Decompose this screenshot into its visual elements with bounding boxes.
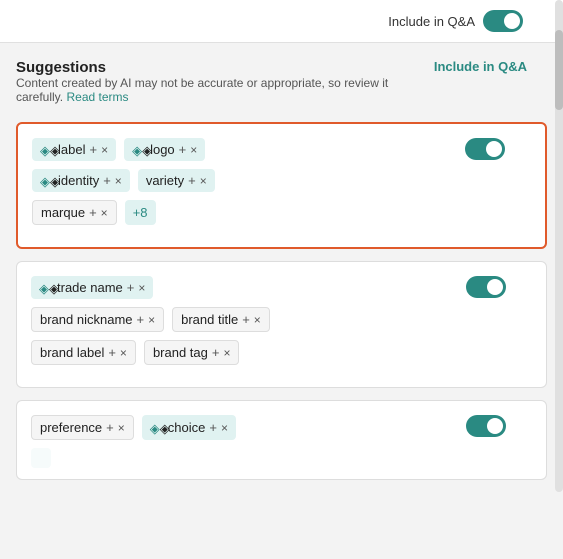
sparkle-icon: ◈ [150, 421, 164, 435]
tag-preference[interactable]: preference + × [31, 415, 134, 440]
suggestion-card-3: preference + × ◈ choice + × [16, 400, 547, 480]
tag-trade-name-close[interactable]: × [138, 281, 145, 295]
tag-choice[interactable]: ◈ choice + × [142, 415, 236, 440]
tag-preference-close[interactable]: × [118, 421, 125, 435]
tag-brand-label-close[interactable]: × [120, 346, 127, 360]
tag-logo-plus[interactable]: + [179, 142, 187, 157]
main-content: Suggestions Content created by AI may no… [0, 43, 563, 480]
card1-row2: ◈ identity + × variety + × [32, 169, 531, 192]
sparkle-icon: ◈ [40, 143, 54, 157]
suggestions-subtitle: Content created by AI may not be accurat… [16, 76, 434, 104]
toggle-track [483, 10, 523, 32]
tag-logo[interactable]: ◈ logo + × [124, 138, 205, 161]
sparkle-icon: ◈ [40, 174, 54, 188]
tag-choice-plus[interactable]: + [209, 420, 217, 435]
tag-brand-tag[interactable]: brand tag + × [144, 340, 240, 365]
tag-variety-plus[interactable]: + [188, 173, 196, 188]
sparkle-icon: ◈ [39, 281, 53, 295]
tag-variety[interactable]: variety + × [138, 169, 215, 192]
tag-preference-plus[interactable]: + [106, 420, 114, 435]
tag-choice-close[interactable]: × [221, 421, 228, 435]
topbar-toggle-label: Include in Q&A [388, 14, 475, 29]
card1-row1: ◈ label + × ◈ logo + × [32, 138, 531, 161]
more-badge[interactable]: +8 [125, 200, 156, 225]
card1-row3: marque + × +8 [32, 200, 531, 225]
read-terms-link[interactable]: Read terms [66, 90, 128, 104]
tag-brand-nickname[interactable]: brand nickname + × [31, 307, 164, 332]
toggle-thumb [504, 13, 520, 29]
tag-identity-close[interactable]: × [115, 174, 122, 188]
card1-toggle[interactable] [465, 138, 505, 165]
suggestion-card-1: ◈ label + × ◈ logo + × ◈ identity [16, 122, 547, 249]
tag-marque[interactable]: marque + × [32, 200, 117, 225]
card3-row1: preference + × ◈ choice + × [31, 415, 532, 440]
suggestions-header: Suggestions Content created by AI may no… [16, 59, 547, 118]
card2-toggle[interactable] [466, 276, 506, 303]
tag-variety-close[interactable]: × [200, 174, 207, 188]
card2-row3: brand label + × brand tag + × [31, 340, 532, 365]
tag-brand-label-plus[interactable]: + [108, 345, 116, 360]
card3-toggle[interactable] [466, 415, 506, 442]
top-bar: Include in Q&A [0, 0, 563, 43]
tag-trade-name-plus[interactable]: + [127, 280, 135, 295]
tag-brand-tag-plus[interactable]: + [212, 345, 220, 360]
suggestions-title: Suggestions [16, 59, 434, 76]
suggestion-card-2: ◈ trade name + × brand nickname + × bran… [16, 261, 547, 388]
tag-identity-plus[interactable]: + [103, 173, 111, 188]
topbar-toggle[interactable] [483, 10, 523, 32]
tag-brand-label[interactable]: brand label + × [31, 340, 136, 365]
card2-row1: ◈ trade name + × [31, 276, 532, 299]
tag-label[interactable]: ◈ label + × [32, 138, 116, 161]
scrollbar-thumb[interactable] [555, 30, 563, 110]
tag-brand-title-plus[interactable]: + [242, 312, 250, 327]
tag-trade-name[interactable]: ◈ trade name + × [31, 276, 153, 299]
tag-marque-plus[interactable]: + [89, 205, 97, 220]
tag-label-close[interactable]: × [101, 143, 108, 157]
tag-label-plus[interactable]: + [89, 142, 97, 157]
tag-partial [31, 448, 51, 468]
include-column-label: Include in Q&A [434, 59, 547, 74]
scrollbar[interactable] [555, 0, 563, 492]
tag-brand-nickname-close[interactable]: × [148, 313, 155, 327]
tag-brand-nickname-plus[interactable]: + [137, 312, 145, 327]
tag-marque-close[interactable]: × [101, 206, 108, 220]
tag-brand-tag-close[interactable]: × [223, 346, 230, 360]
tag-logo-close[interactable]: × [190, 143, 197, 157]
tag-brand-title[interactable]: brand title + × [172, 307, 270, 332]
card2-row2: brand nickname + × brand title + × [31, 307, 532, 332]
suggestions-title-area: Suggestions Content created by AI may no… [16, 59, 434, 118]
sparkle-icon: ◈ [132, 143, 146, 157]
card3-row2-partial [31, 448, 532, 468]
tag-brand-title-close[interactable]: × [254, 313, 261, 327]
tag-identity[interactable]: ◈ identity + × [32, 169, 130, 192]
